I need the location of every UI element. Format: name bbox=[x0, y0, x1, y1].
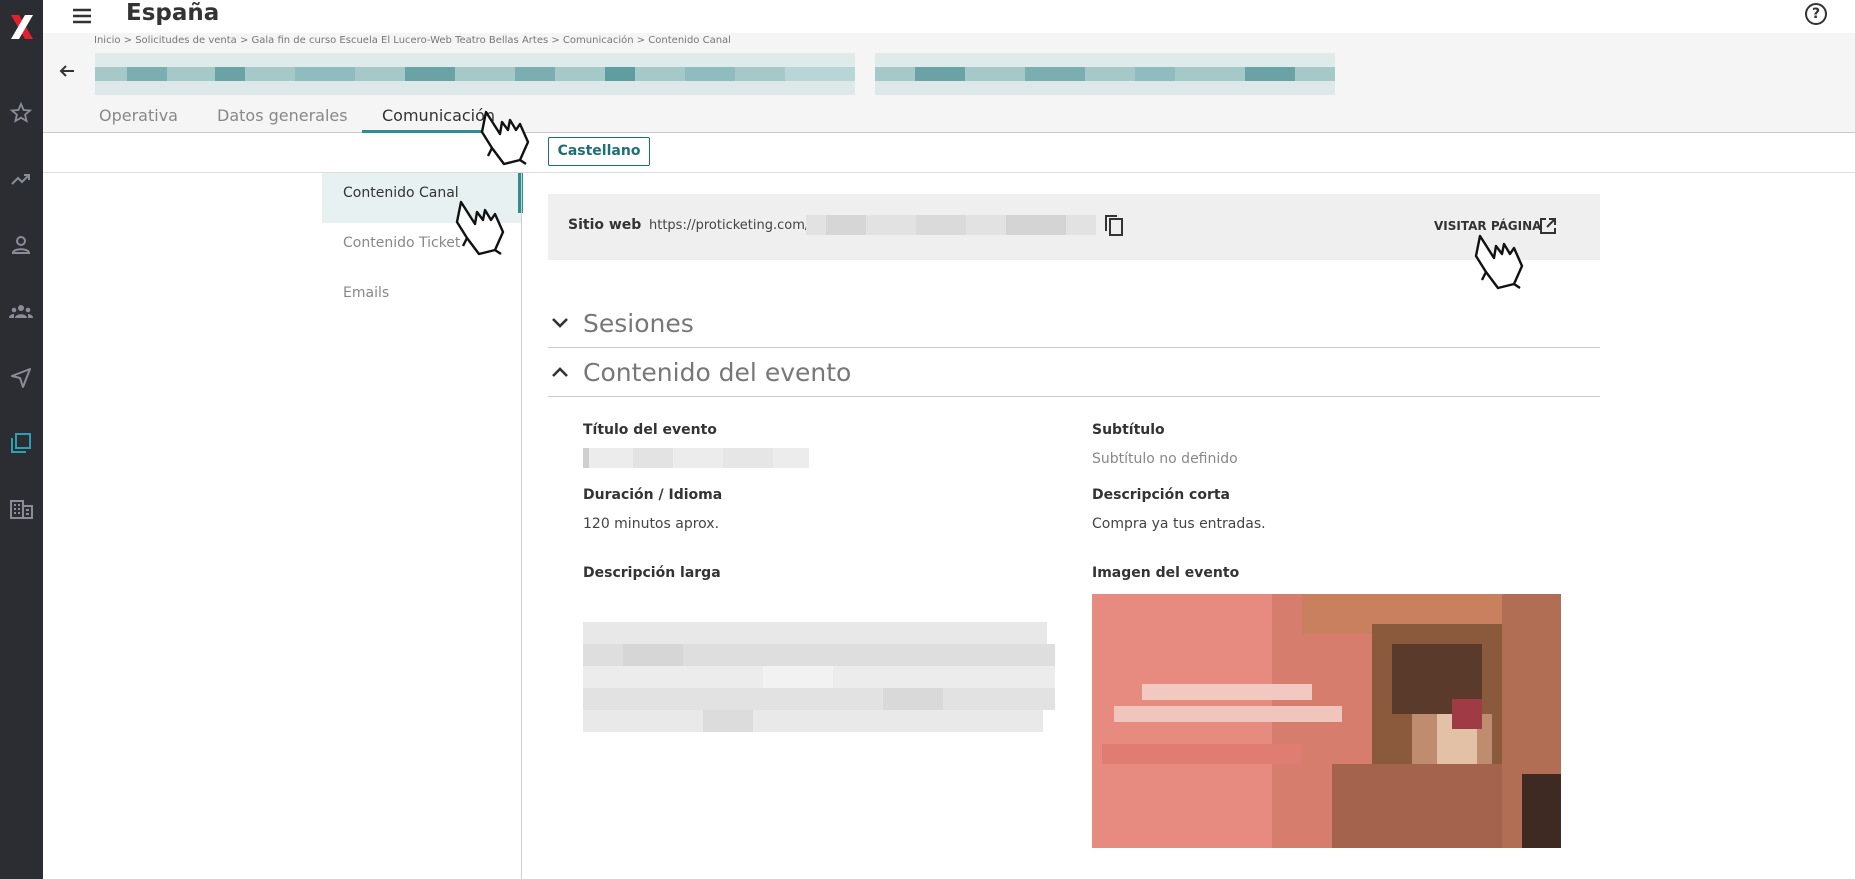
long-description-label: Descripción larga bbox=[583, 565, 721, 581]
side-menu-item-emails[interactable]: Emails bbox=[322, 273, 522, 323]
sessions-title: Sesiones bbox=[583, 309, 694, 338]
hand-cursor-icon bbox=[455, 198, 507, 256]
short-description-label: Descripción corta bbox=[1092, 487, 1230, 503]
breadcrumb: Inicio > Solicitudes de venta > Gala fin… bbox=[94, 35, 731, 46]
sessions-accordion[interactable]: Sesiones bbox=[548, 299, 1600, 348]
website-bar: Sitio web https://proticketing.com/te VI… bbox=[548, 194, 1600, 260]
page-title: España bbox=[126, 0, 220, 26]
long-description-redacted bbox=[583, 622, 1055, 736]
website-url: https://proticketing.com/te bbox=[649, 218, 823, 233]
event-title-value-redacted bbox=[583, 448, 809, 468]
menu-icon[interactable] bbox=[68, 3, 96, 29]
website-label: Sitio web bbox=[568, 217, 642, 233]
send-icon[interactable] bbox=[7, 363, 35, 391]
short-description-value: Compra ya tus entradas. bbox=[1092, 516, 1266, 532]
building-icon[interactable] bbox=[7, 495, 35, 523]
copy-icon[interactable] bbox=[1104, 214, 1124, 238]
event-title-label: Título del evento bbox=[583, 422, 717, 438]
event-content-accordion[interactable]: Contenido del evento bbox=[548, 348, 1600, 397]
user-icon[interactable] bbox=[7, 231, 35, 259]
divider bbox=[521, 173, 522, 879]
trending-up-icon[interactable] bbox=[7, 165, 35, 193]
chevron-down-icon bbox=[550, 313, 570, 333]
app-logo[interactable] bbox=[7, 12, 37, 42]
event-image-label: Imagen del evento bbox=[1092, 565, 1240, 581]
external-link-icon[interactable] bbox=[1538, 216, 1558, 236]
copy-stack-icon[interactable] bbox=[7, 429, 35, 457]
chevron-up-icon bbox=[550, 362, 570, 382]
page-header: Inicio > Solicitudes de venta > Gala fin… bbox=[43, 33, 1855, 133]
top-bar: España ? bbox=[43, 0, 1855, 33]
duration-label: Duración / Idioma bbox=[583, 487, 723, 503]
subtitle-label: Subtítulo bbox=[1092, 422, 1165, 438]
group-icon[interactable] bbox=[7, 297, 35, 325]
back-arrow-icon[interactable] bbox=[57, 61, 77, 81]
event-image bbox=[1092, 594, 1561, 848]
event-name-redacted bbox=[95, 53, 1335, 95]
language-button[interactable]: Castellano bbox=[548, 137, 650, 166]
left-navigation-rail bbox=[0, 0, 43, 879]
hand-cursor-icon bbox=[480, 108, 532, 166]
website-url-redacted bbox=[806, 215, 1096, 235]
event-content-title: Contenido del evento bbox=[583, 358, 852, 387]
help-icon[interactable]: ? bbox=[1805, 3, 1827, 25]
star-icon[interactable] bbox=[7, 99, 35, 127]
language-bar: Castellano bbox=[43, 133, 1855, 173]
hand-cursor-icon bbox=[1474, 232, 1526, 290]
duration-value: 120 minutos aprox. bbox=[583, 516, 720, 532]
subtitle-value: Subtítulo no definido bbox=[1092, 451, 1238, 467]
visit-page-link[interactable]: VISITAR PÁGINA bbox=[1434, 219, 1541, 233]
tab-operativa[interactable]: Operativa bbox=[79, 99, 198, 133]
tab-datos-generales[interactable]: Datos generales bbox=[197, 99, 368, 133]
